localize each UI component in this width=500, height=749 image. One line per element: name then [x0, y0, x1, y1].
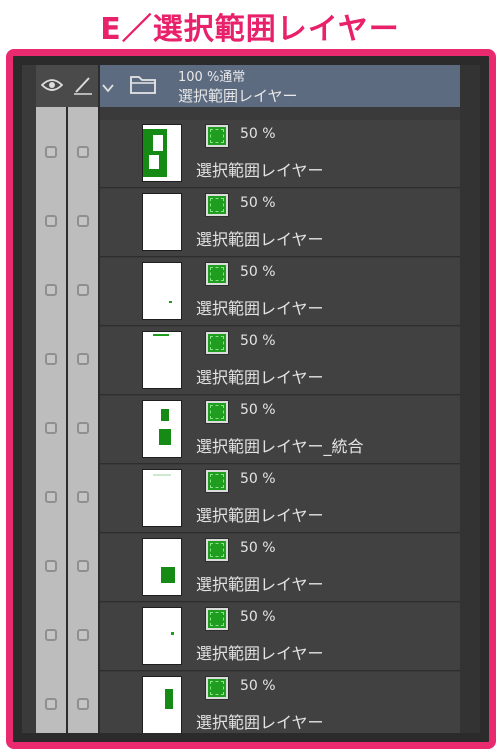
scrollbar[interactable] [460, 65, 480, 733]
lock-checkbox[interactable] [77, 146, 89, 158]
layer-name: 選択範囲レイヤー [196, 575, 324, 594]
visibility-checkbox[interactable] [45, 491, 57, 503]
visibility-checkbox[interactable] [45, 698, 57, 710]
layer-thumbnail [142, 469, 182, 527]
layer-name: 選択範囲レイヤー [196, 230, 324, 249]
pen-icon[interactable] [73, 75, 93, 95]
header-icons [36, 65, 98, 107]
visibility-checkbox[interactable] [45, 284, 57, 296]
folder-blend-mode: 100 %通常 [178, 70, 246, 85]
layer-row[interactable]: 50 % 選択範囲レイヤー [100, 258, 460, 326]
selection-color-icon [205, 538, 229, 562]
layer-name: 選択範囲レイヤー [196, 368, 324, 387]
layer-row[interactable]: 50 % 選択範囲レイヤー [100, 327, 460, 395]
layer-opacity: 50 % [240, 609, 276, 625]
selection-color-icon [205, 262, 229, 286]
highlight-frame: 100 %通常 選択範囲レイヤー 50 % 選択範囲レイヤー 50 % 選択範囲レイヤ… [6, 49, 496, 749]
selection-color-icon [205, 124, 229, 148]
layer-thumbnail [142, 331, 182, 389]
layer-opacity: 50 % [240, 402, 276, 418]
lock-checkbox[interactable] [77, 353, 89, 365]
chevron-down-icon[interactable] [102, 83, 114, 93]
layer-row[interactable]: 50 % 選択範囲レイヤー [100, 603, 460, 671]
layer-thumbnail [142, 193, 182, 251]
layer-opacity: 50 % [240, 264, 276, 280]
lock-checkbox[interactable] [77, 629, 89, 641]
layer-row[interactable]: 50 % 選択範囲レイヤー_統合 [100, 396, 460, 464]
lock-checkbox[interactable] [77, 215, 89, 227]
layer-thumbnail [142, 676, 182, 733]
layer-opacity: 50 % [240, 678, 276, 694]
layer-name: 選択範囲レイヤー [196, 299, 324, 318]
layer-opacity: 50 % [240, 540, 276, 556]
layer-opacity: 50 % [240, 126, 276, 142]
column-divider [66, 65, 68, 733]
visibility-checkbox[interactable] [45, 560, 57, 572]
visibility-checkbox[interactable] [45, 215, 57, 227]
layer-row[interactable]: 50 % 選択範囲レイヤー [100, 120, 460, 188]
layer-name: 選択範囲レイヤー [196, 644, 324, 663]
layer-thumbnail [142, 400, 182, 458]
selection-color-icon [205, 469, 229, 493]
layer-name: 選択範囲レイヤー_統合 [196, 437, 364, 456]
lock-checkbox[interactable] [77, 560, 89, 572]
layer-opacity: 50 % [240, 195, 276, 211]
folder-icon [130, 76, 156, 94]
selection-color-icon [205, 331, 229, 355]
lock-checkbox[interactable] [77, 698, 89, 710]
lock-checkbox[interactable] [77, 422, 89, 434]
layer-thumbnail [142, 124, 182, 182]
selection-color-icon [205, 400, 229, 424]
selection-color-icon [205, 193, 229, 217]
layer-thumbnail [142, 262, 182, 320]
lock-checkbox[interactable] [77, 491, 89, 503]
folder-layer-row[interactable]: 100 %通常 選択範囲レイヤー [100, 65, 460, 107]
layer-name: 選択範囲レイヤー [196, 713, 324, 732]
selection-color-icon [205, 676, 229, 700]
eye-icon[interactable] [41, 78, 63, 92]
layer-row[interactable]: 50 % 選択範囲レイヤー [100, 189, 460, 257]
folder-name: 選択範囲レイヤー [178, 87, 298, 105]
layer-name: 選択範囲レイヤー [196, 161, 324, 180]
page-title: E／選択範囲レイヤー [100, 12, 400, 47]
layer-opacity: 50 % [240, 333, 276, 349]
layer-row[interactable]: 50 % 選択範囲レイヤー [100, 534, 460, 602]
layer-thumbnail [142, 538, 182, 596]
layer-row[interactable]: 50 % 選択範囲レイヤー [100, 672, 460, 733]
selection-color-icon [205, 607, 229, 631]
visibility-checkbox[interactable] [45, 629, 57, 641]
layer-opacity: 50 % [240, 471, 276, 487]
layer-row[interactable]: 50 % 選択範囲レイヤー [100, 465, 460, 533]
layer-panel: 100 %通常 選択範囲レイヤー 50 % 選択範囲レイヤー 50 % 選択範囲レイヤ… [22, 65, 480, 733]
lock-checkbox[interactable] [77, 284, 89, 296]
layer-thumbnail [142, 607, 182, 665]
layer-name: 選択範囲レイヤー [196, 506, 324, 525]
visibility-checkbox[interactable] [45, 353, 57, 365]
visibility-checkbox[interactable] [45, 146, 57, 158]
visibility-checkbox[interactable] [45, 422, 57, 434]
